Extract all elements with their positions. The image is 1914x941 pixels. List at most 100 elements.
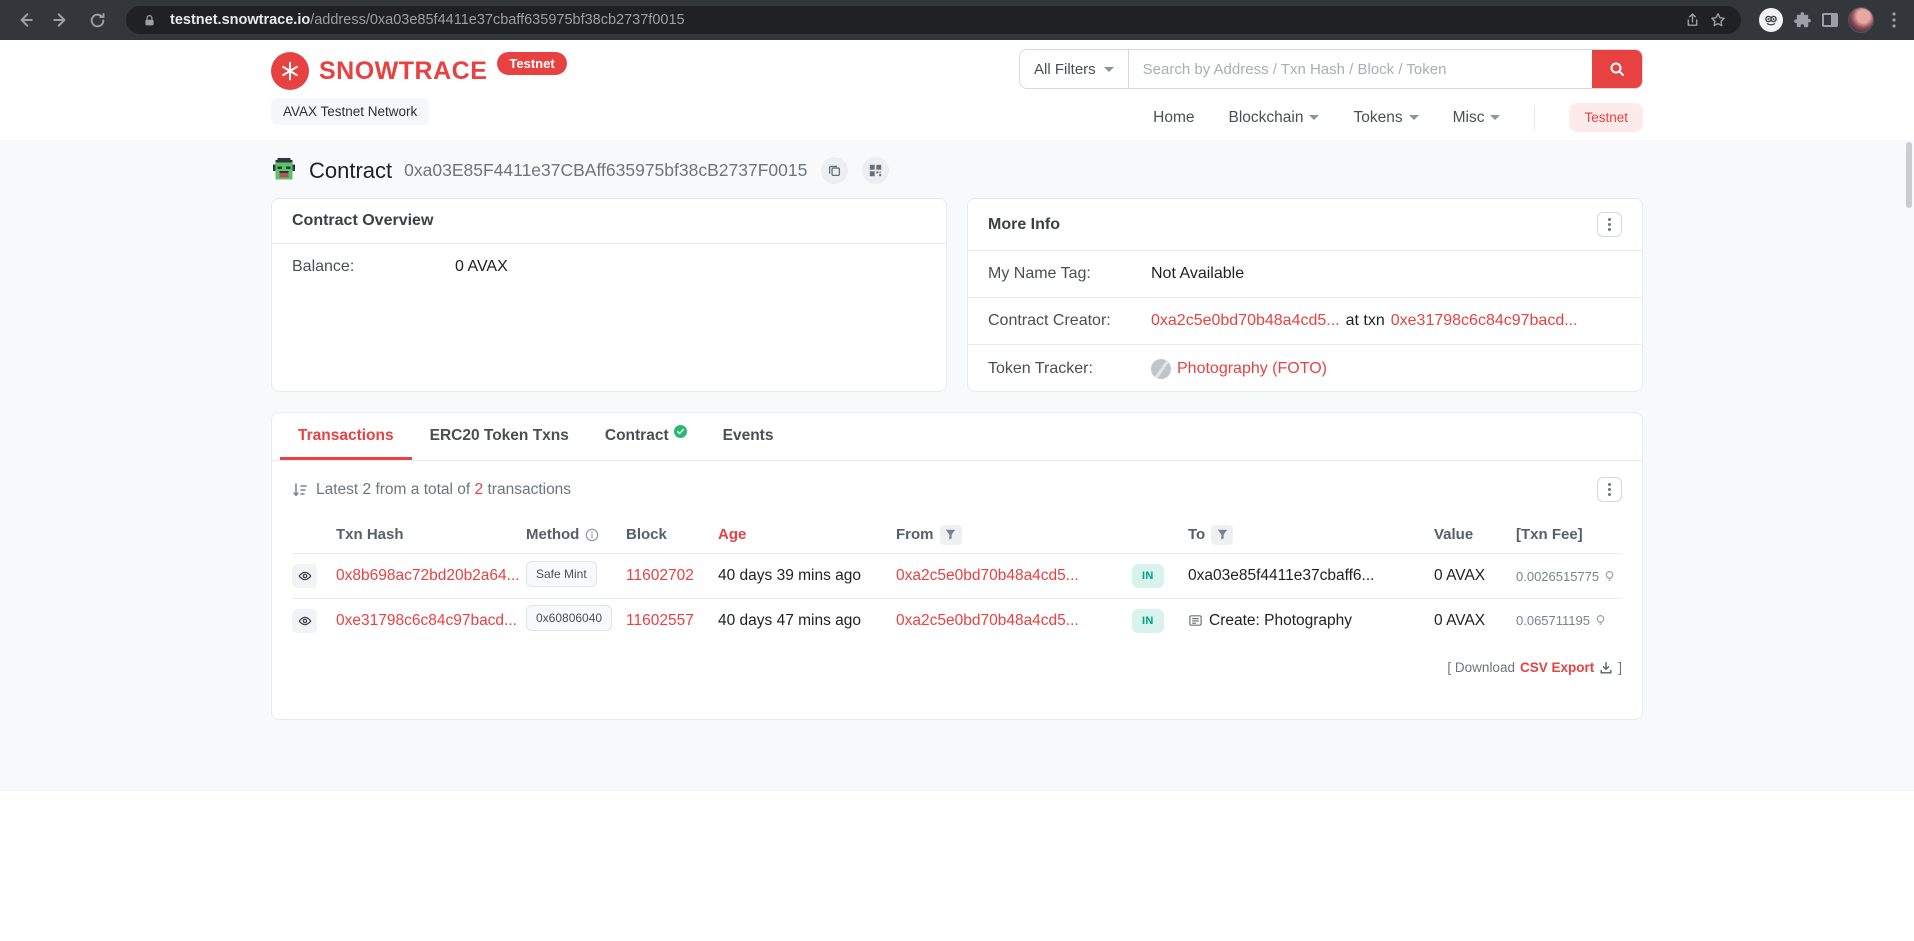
direction-badge: IN xyxy=(1132,608,1164,633)
url-text: testnet.snowtrace.io/address/0xa03e85f44… xyxy=(170,12,1679,28)
lock-icon xyxy=(136,7,162,33)
from-address-link[interactable]: 0xa2c5e0bd70b48a4cd5... xyxy=(896,612,1132,630)
preview-txn-button[interactable] xyxy=(292,564,317,588)
nav-misc[interactable]: Misc xyxy=(1453,109,1501,127)
chrome-menu-icon[interactable] xyxy=(1884,5,1904,35)
download-icon[interactable] xyxy=(1599,661,1613,675)
info-icon[interactable] xyxy=(585,528,599,542)
table-options-button[interactable] xyxy=(1597,477,1622,502)
verified-check-icon xyxy=(673,425,687,438)
transactions-table: Txn Hash Method Block Age From To Value … xyxy=(292,516,1622,642)
main-nav: Home Blockchain Tokens Misc Testnet xyxy=(1153,103,1643,132)
contract-creator-label: Contract Creator: xyxy=(988,312,1111,329)
col-value: Value xyxy=(1434,526,1474,543)
eye-icon xyxy=(298,616,311,625)
kebab-icon xyxy=(1608,483,1611,496)
snowtrace-logo-icon[interactable] xyxy=(271,52,309,90)
col-method: Method xyxy=(526,526,626,543)
sort-icon[interactable] xyxy=(292,482,308,498)
balance-row: Balance: 0 AVAX xyxy=(272,244,946,290)
gas-bulb-icon[interactable] xyxy=(1594,614,1607,627)
token-tracker-row: Token Tracker: Photography (FOTO) xyxy=(968,344,1642,393)
col-block: Block xyxy=(626,526,667,543)
sidebar-panel-icon[interactable] xyxy=(1822,13,1838,27)
creator-address-link[interactable]: 0xa2c5e0bd70b48a4cd5... xyxy=(1151,312,1340,330)
search-button[interactable] xyxy=(1592,50,1642,88)
contract-address: 0xa03E85F4411e37CBAff635975bf38cB2737F00… xyxy=(404,160,808,180)
page-title-row: Contract 0xa03E85F4411e37CBAff635975bf38… xyxy=(271,140,1643,198)
age-text: 40 days 39 mins ago xyxy=(718,567,862,584)
funnel-icon xyxy=(1217,529,1227,540)
qr-code-icon xyxy=(870,164,882,177)
method-badge: 0x60806040 xyxy=(526,605,613,631)
more-info-menu-button[interactable] xyxy=(1597,212,1622,237)
preview-txn-button[interactable] xyxy=(292,608,317,633)
search-filter-select[interactable]: All Filters xyxy=(1020,50,1129,88)
name-tag-label: My Name Tag: xyxy=(988,265,1091,282)
csv-export-prefix: [ Download xyxy=(1447,660,1515,675)
summary-row: Latest 2 from a total of 2 transactions xyxy=(292,477,1622,502)
to-contract-create-text: Create: Photography xyxy=(1209,611,1353,629)
url-domain: testnet.snowtrace.io xyxy=(170,12,311,28)
page-title: Contract xyxy=(309,157,393,183)
summary-text: Latest 2 from a total of 2 transactions xyxy=(316,480,572,498)
name-tag-row: My Name Tag: Not Available xyxy=(968,251,1642,297)
nav-blockchain[interactable]: Blockchain xyxy=(1229,109,1320,127)
gas-bulb-icon[interactable] xyxy=(1603,570,1616,583)
block-link[interactable]: 11602702 xyxy=(626,567,718,585)
brand-testnet-badge: Testnet xyxy=(497,52,567,75)
browser-chrome: testnet.snowtrace.io/address/0xa03e85f44… xyxy=(0,0,1914,40)
age-text: 40 days 47 mins ago xyxy=(718,611,862,629)
reload-icon[interactable] xyxy=(82,5,112,35)
copy-icon xyxy=(829,165,841,177)
tab-transactions[interactable]: Transactions xyxy=(280,413,412,460)
csv-export-link[interactable]: CSV Export xyxy=(1520,660,1594,675)
copy-address-button[interactable] xyxy=(821,157,849,184)
back-icon[interactable] xyxy=(10,5,40,35)
bookmark-star-icon[interactable] xyxy=(1705,7,1731,33)
nav-tokens[interactable]: Tokens xyxy=(1353,109,1419,127)
txn-hash-link[interactable]: 0xe31798c6c84c97bacd... xyxy=(336,612,526,630)
testnet-network-button[interactable]: Testnet xyxy=(1569,103,1643,132)
extensions-puzzle-icon[interactable] xyxy=(1793,11,1812,30)
eye-icon xyxy=(298,571,311,581)
qr-code-button[interactable] xyxy=(862,157,890,184)
balance-value: 0 AVAX xyxy=(455,258,508,275)
chevron-down-icon xyxy=(1103,66,1114,72)
creator-txn-link[interactable]: 0xe31798c6c84c97bacd... xyxy=(1391,312,1578,330)
from-filter-button[interactable] xyxy=(939,524,962,545)
csv-export-suffix: ] xyxy=(1618,660,1622,675)
nav-home[interactable]: Home xyxy=(1153,109,1194,127)
txn-hash-link[interactable]: 0x8b698ac72bd20b2a64... xyxy=(336,567,526,585)
chevron-down-icon xyxy=(1408,115,1419,120)
network-label: AVAX Testnet Network xyxy=(271,98,430,125)
chevron-down-icon xyxy=(1309,115,1320,120)
transaction-count: 2 xyxy=(474,480,484,498)
brand-block: SNOWTRACE Testnet AVAX Testnet Network xyxy=(271,40,567,140)
page-scrollbar[interactable] xyxy=(1906,142,1912,208)
brand-name[interactable]: SNOWTRACE xyxy=(319,57,487,86)
token-tracker-link[interactable]: Photography (FOTO) xyxy=(1177,360,1327,378)
contract-creator-row: Contract Creator: 0xa2c5e0bd70b48a4cd5..… xyxy=(968,297,1642,344)
col-txn-hash: Txn Hash xyxy=(336,526,404,543)
direction-badge: IN xyxy=(1132,564,1164,588)
tab-erc20-token-txns[interactable]: ERC20 Token Txns xyxy=(412,413,587,460)
address-bar[interactable]: testnet.snowtrace.io/address/0xa03e85f44… xyxy=(126,6,1741,34)
value-text: 0 AVAX xyxy=(1434,611,1486,629)
tab-events[interactable]: Events xyxy=(705,413,792,460)
fee-text: 0.065711195 xyxy=(1516,613,1590,628)
balance-label: Balance: xyxy=(292,258,355,275)
main-content: Contract 0xa03E85F4411e37CBAff635975bf38… xyxy=(0,140,1914,791)
block-link[interactable]: 11602557 xyxy=(626,612,718,630)
share-icon[interactable] xyxy=(1679,7,1705,33)
fee-text: 0.0026515775 xyxy=(1516,568,1600,584)
browser-profile-avatar[interactable] xyxy=(1848,7,1874,33)
to-filter-button[interactable] xyxy=(1211,524,1234,545)
owl-extension-icon[interactable] xyxy=(1759,8,1783,32)
search-input[interactable] xyxy=(1128,50,1592,88)
col-age[interactable]: Age xyxy=(718,526,896,543)
tab-contract[interactable]: Contract xyxy=(587,413,705,460)
site-header: SNOWTRACE Testnet AVAX Testnet Network A… xyxy=(0,40,1914,140)
from-address-link[interactable]: 0xa2c5e0bd70b48a4cd5... xyxy=(896,567,1132,585)
forward-icon[interactable] xyxy=(46,5,76,35)
